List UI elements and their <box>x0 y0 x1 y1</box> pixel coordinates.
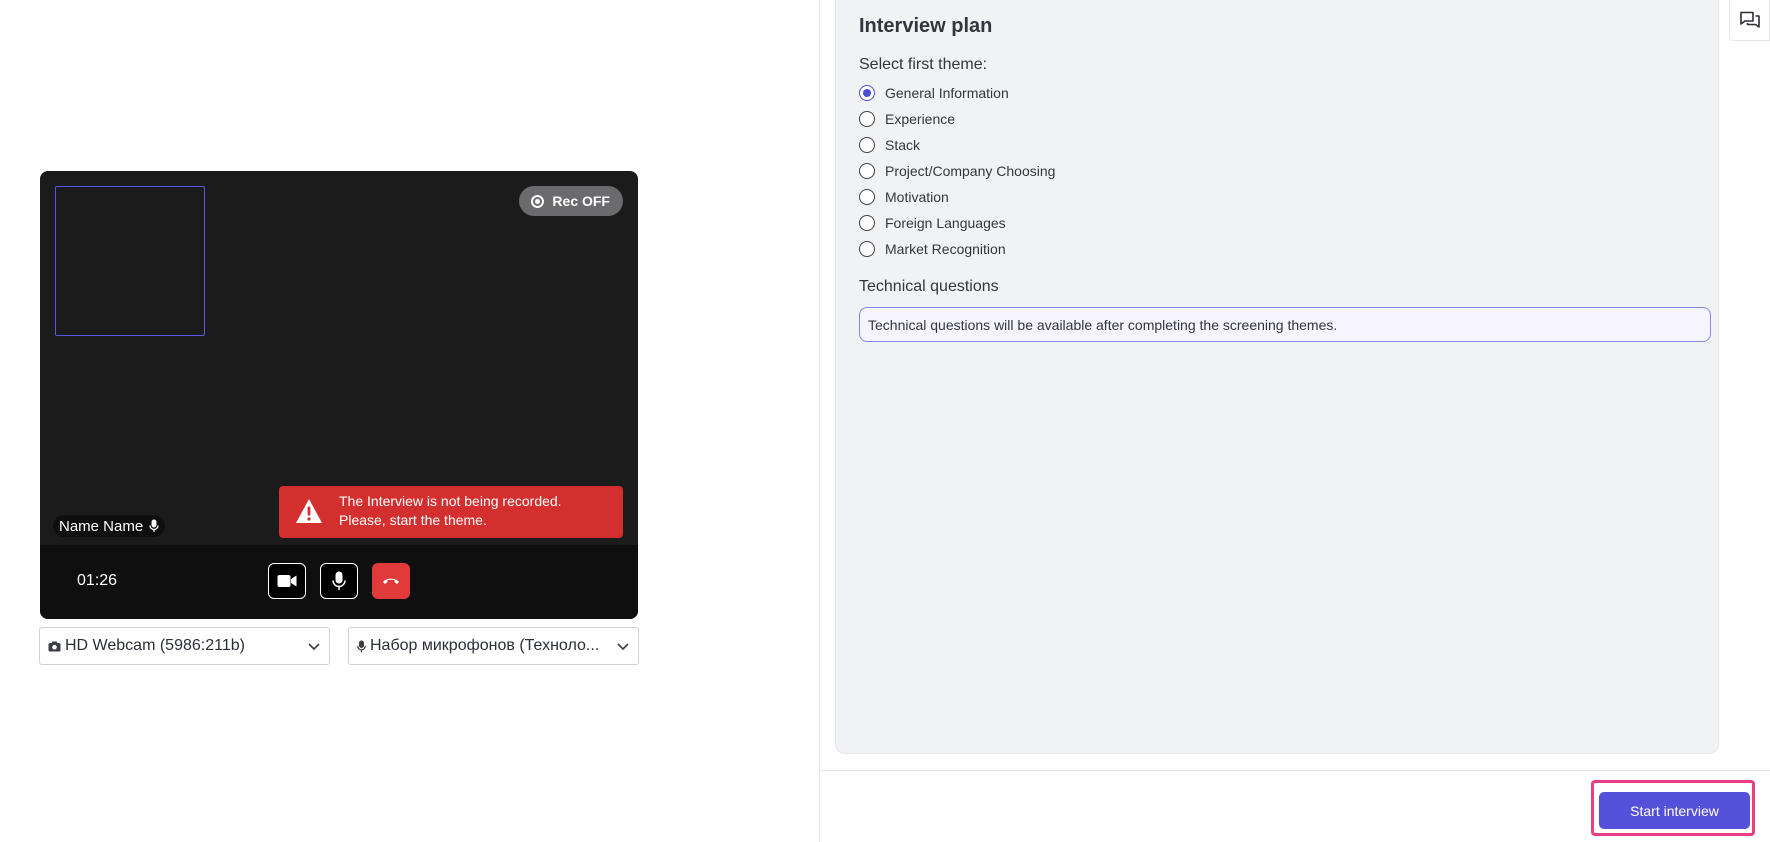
radio-button[interactable] <box>859 111 875 127</box>
interview-plan-panel: Interview plan Select first theme: Gener… <box>835 0 1719 754</box>
radio-button[interactable] <box>859 241 875 257</box>
theme-option-label: Market Recognition <box>885 241 1006 257</box>
hang-up-icon <box>383 578 399 584</box>
footer-divider <box>820 770 1770 771</box>
alert-message-line2: Please, start the theme. <box>339 512 487 528</box>
microphone-icon <box>332 571 346 590</box>
participant-name-chip: Name Name <box>53 515 166 537</box>
chat-icon <box>1739 11 1760 28</box>
call-controls-bar: 01:26 <box>40 545 638 619</box>
camera-icon <box>48 641 61 651</box>
theme-option-label: Experience <box>885 111 956 127</box>
microphone-select[interactable]: Набор микрофонов (Техноло... <box>348 627 639 665</box>
theme-option[interactable]: Project/Company Choosing <box>859 163 1055 179</box>
participant-name: Name Name <box>59 517 144 535</box>
microphone-icon <box>357 640 366 652</box>
theme-option[interactable]: Foreign Languages <box>859 215 1006 231</box>
theme-option[interactable]: Motivation <box>859 189 949 205</box>
radio-button[interactable] <box>859 137 875 153</box>
theme-option-label: Motivation <box>885 189 949 205</box>
plan-title: Interview plan <box>859 15 993 37</box>
theme-option-label: General Information <box>885 85 1009 101</box>
technical-questions-label: Technical questions <box>859 278 999 295</box>
camera-select-value: HD Webcam (5986:211b) <box>65 637 245 654</box>
chevron-down-icon <box>308 643 320 651</box>
chat-toggle-button[interactable] <box>1729 0 1770 41</box>
video-camera-icon <box>277 575 297 587</box>
first-theme-label: Select first theme: <box>859 56 988 73</box>
chevron-down-icon <box>617 643 629 651</box>
technical-questions-note: Technical questions will be available af… <box>859 307 1711 342</box>
theme-option[interactable]: General Information <box>859 85 1009 101</box>
microphone-toggle-button[interactable] <box>320 563 358 599</box>
theme-option-label: Stack <box>885 137 921 153</box>
alert-message-line1: The Interview is not being recorded. <box>339 493 562 509</box>
camera-toggle-button[interactable] <box>268 563 306 599</box>
microphone-select-value: Набор микрофонов (Техноло... <box>370 637 600 654</box>
not-recording-alert: The Interview is not being recorded. Ple… <box>279 486 623 538</box>
warning-icon <box>296 499 322 523</box>
self-video-preview <box>55 186 205 336</box>
technical-questions-note-text: Technical questions will be available af… <box>868 316 1338 333</box>
record-icon <box>531 194 545 208</box>
radio-button[interactable] <box>859 189 875 205</box>
radio-button[interactable] <box>859 85 875 101</box>
theme-option-label: Project/Company Choosing <box>885 163 1056 179</box>
theme-option-label: Foreign Languages <box>885 215 1006 231</box>
theme-option[interactable]: Market Recognition <box>859 241 1006 257</box>
vertical-divider <box>819 0 820 842</box>
recording-status-badge: Rec OFF <box>519 186 623 216</box>
theme-option[interactable]: Experience <box>859 111 955 127</box>
radio-button[interactable] <box>859 215 875 231</box>
recording-status-label: Rec OFF <box>552 193 610 209</box>
end-call-button[interactable] <box>372 563 410 599</box>
radio-button[interactable] <box>859 163 875 179</box>
theme-option[interactable]: Stack <box>859 137 920 153</box>
microphone-icon <box>149 519 159 532</box>
call-timer: 01:26 <box>77 572 118 589</box>
camera-select[interactable]: HD Webcam (5986:211b) <box>39 627 330 665</box>
video-panel: Rec OFF Name Name The Interview is not b… <box>40 171 638 619</box>
start-interview-button[interactable]: Start interview <box>1599 792 1750 829</box>
